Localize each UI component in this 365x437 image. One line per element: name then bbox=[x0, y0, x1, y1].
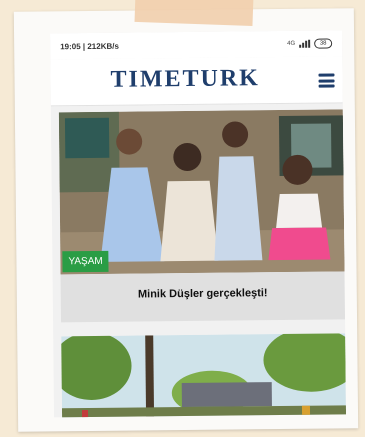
site-logo[interactable]: TIMETURK bbox=[110, 65, 260, 94]
network-label: 4G bbox=[287, 40, 296, 47]
phone-screen: 19:05 | 212KB/s 4G 38 TIMETURK YAŞAM Min… bbox=[50, 30, 347, 418]
battery-icon: 38 bbox=[314, 38, 333, 49]
status-bar: 19:05 | 212KB/s 4G 38 bbox=[50, 30, 343, 60]
hamburger-menu-icon[interactable] bbox=[318, 73, 335, 88]
category-badge[interactable]: YAŞAM bbox=[62, 250, 109, 273]
status-time-speed: 19:05 | 212KB/s bbox=[60, 41, 119, 52]
article-card[interactable] bbox=[61, 333, 347, 418]
photo-card: 19:05 | 212KB/s 4G 38 TIMETURK YAŞAM Min… bbox=[13, 8, 359, 432]
article-title[interactable]: Minik Düşler gerçekleşti! bbox=[61, 286, 345, 301]
signal-icon bbox=[299, 39, 311, 48]
article-photo bbox=[58, 109, 345, 275]
article-card[interactable]: YAŞAM Minik Düşler gerçekleşti! bbox=[58, 109, 346, 323]
article-photo bbox=[61, 333, 347, 418]
site-header: TIMETURK bbox=[50, 56, 343, 107]
masking-tape bbox=[134, 0, 254, 27]
